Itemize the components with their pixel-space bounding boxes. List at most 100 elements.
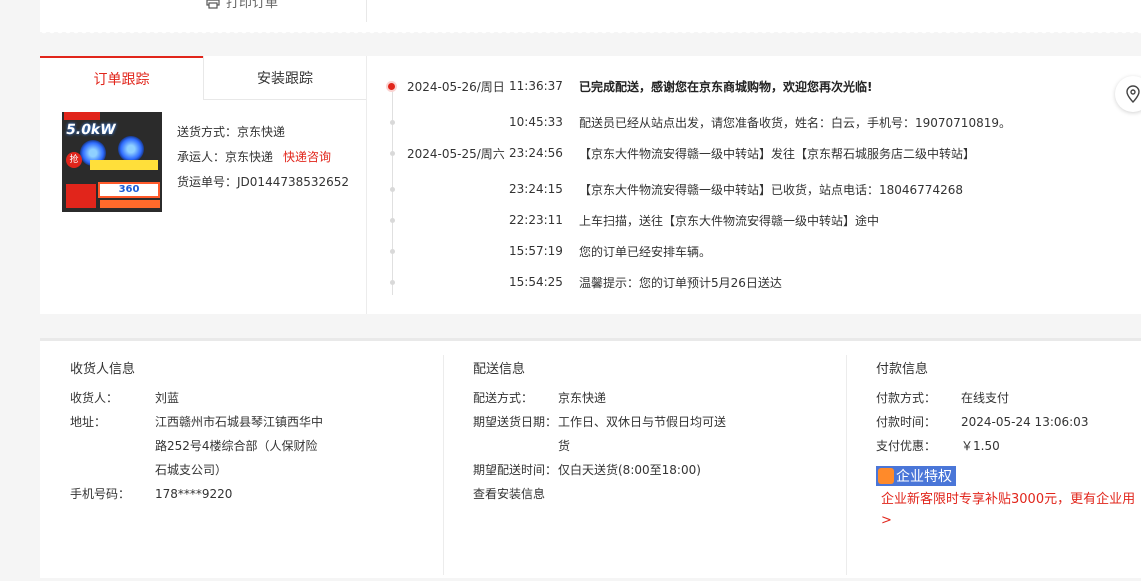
- view-install-info-link[interactable]: 查看安装信息: [473, 482, 545, 506]
- payment-method-value: 在线支付: [961, 391, 1010, 405]
- payment-discount-label: 支付优惠：: [876, 439, 937, 453]
- timeline-time: 15:57:19: [509, 244, 563, 258]
- timeline-message: 上车扫描，送往【京东大件物流安得赣一级中转站】途中: [579, 213, 880, 228]
- tab-order-tracking[interactable]: 订单跟踪: [40, 56, 203, 100]
- receiver-name-value: 刘蓝: [155, 391, 180, 405]
- payment-time-value: 2024-05-24 13:06:03: [961, 415, 1089, 429]
- timeline-dot: [390, 217, 395, 223]
- promo-box: 360: [98, 182, 160, 198]
- receiver-info-title: 收货人信息: [70, 362, 136, 377]
- payment-method-row: 付款方式： 在线支付: [876, 386, 1009, 410]
- column-divider: [443, 355, 444, 575]
- delivery-info-title: 配送信息: [473, 362, 526, 377]
- expected-date-label: 期望送货日期：: [473, 415, 558, 429]
- receiver-info-section: 收货人信息 收货人： 刘蓝 地址： 江西赣州市石城县琴江镇西华中路252号4楼综…: [70, 341, 442, 581]
- timeline-time: 22:23:11: [509, 213, 563, 227]
- timeline-date: 2024-05-25/周六: [407, 146, 505, 161]
- payment-info-section: 付款信息 付款方式： 在线支付 付款时间： 2024-05-24 13:06:0…: [876, 341, 1141, 581]
- carrier-value: 京东快递: [225, 150, 274, 164]
- receiver-address-value: 江西赣州市石城县琴江镇西华中路252号4楼综合部（人保财险石城支公司）: [155, 415, 324, 477]
- expected-time-row: 期望配送时间： 仅白天送货(8:00至18:00): [473, 458, 701, 482]
- timeline-dot: [388, 82, 395, 90]
- payment-discount-row: 支付优惠： ￥1.50: [876, 434, 1000, 458]
- receiver-address-row: 地址： 江西赣州市石城县琴江镇西华中路252号4楼综合部（人保财险石城支公司）: [70, 410, 327, 482]
- timeline-message: 温馨提示：您的订单预计5月26日送达: [579, 275, 782, 290]
- receiver-address-label: 地址：: [70, 415, 107, 429]
- promo-text: 360: [118, 184, 140, 195]
- payment-discount-value: ￥1.50: [961, 439, 1000, 453]
- waybill-value: JD0144738532652: [237, 175, 350, 189]
- timeline-time: 11:36:37: [509, 79, 563, 93]
- delivery-method-row: 配送方式： 京东快递: [473, 386, 606, 410]
- print-order-label: 打印订单: [226, 0, 279, 11]
- timeline-time: 10:45:33: [509, 115, 563, 129]
- enterprise-icon: [878, 468, 894, 484]
- power-rating: 5.0kW: [64, 122, 117, 138]
- delivery-method-label: 配送方式：: [473, 391, 534, 405]
- payment-time-label: 付款时间：: [876, 415, 937, 429]
- expected-date-value: 工作日、双休日与节假日均可送货: [558, 415, 727, 453]
- timeline-message: 【京东大件物流安得赣一级中转站】发往【京东帮石城服务店二级中转站】: [579, 146, 976, 161]
- printer-icon: [206, 0, 220, 9]
- receiver-name-row: 收货人： 刘蓝: [70, 386, 179, 410]
- top-actions-bar: 打印订单: [40, 0, 1141, 32]
- burner-flame: [118, 136, 144, 162]
- map-location-button[interactable]: [1115, 76, 1141, 112]
- enterprise-promo-arrow[interactable]: >: [881, 513, 892, 528]
- receiver-name-label: 收货人：: [70, 391, 119, 405]
- timeline-time: 23:24:56: [509, 146, 563, 160]
- timeline-dot: [390, 186, 395, 192]
- enterprise-promo-link[interactable]: 企业新客限时专享补贴3000元，更有企业用: [881, 488, 1135, 507]
- ship-method-row: 送货方式： 京东快递: [177, 120, 349, 145]
- carrier-label: 承运人：: [177, 150, 226, 164]
- timeline-dot: [390, 279, 395, 285]
- waybill-label: 货运单号：: [177, 175, 238, 189]
- timeline-dot: [390, 150, 395, 156]
- tracking-card: 订单跟踪 安装跟踪 5.0kW 抢 360 送货方式： 京东快递 承运人： 京东…: [40, 56, 1141, 314]
- tab-install-tracking[interactable]: 安装跟踪: [203, 56, 366, 100]
- print-order-link[interactable]: 打印订单: [206, 0, 278, 11]
- timeline-message: 【京东大件物流安得赣一级中转站】已收货，站点电话：18046774268: [579, 182, 963, 197]
- courier-consult-link[interactable]: 快递咨询: [283, 145, 331, 170]
- payment-time-row: 付款时间： 2024-05-24 13:06:03: [876, 410, 1088, 434]
- timeline-message: 您的订单已经安排车辆。: [579, 244, 712, 259]
- timeline-message: 配送员已经从站点出发，请您准备收货，姓名：白云，手机号：19070710819。: [579, 115, 1011, 130]
- enterprise-privilege-badge[interactable]: 企业特权: [876, 466, 956, 486]
- promo-tag: [66, 184, 96, 208]
- order-info-card: 收货人信息 收货人： 刘蓝 地址： 江西赣州市石城县琴江镇西华中路252号4楼综…: [40, 338, 1141, 578]
- install-info-row: 查看安装信息: [473, 482, 545, 506]
- carrier-row: 承运人： 京东快递 快递咨询: [177, 145, 349, 170]
- promo-badge: 抢: [66, 152, 82, 168]
- map-pin-icon: [1126, 85, 1140, 103]
- expected-date-row: 期望送货日期： 工作日、双休日与节假日均可送货: [473, 410, 730, 458]
- payment-info-title: 付款信息: [876, 362, 929, 377]
- timeline-time: 23:24:15: [509, 182, 563, 196]
- receiver-phone-label: 手机号码：: [70, 487, 131, 501]
- timeline-time: 15:54:25: [509, 275, 563, 289]
- timeline-message: 已完成配送，感谢您在京东商城购物，欢迎您再次光临!: [579, 79, 873, 94]
- delivery-method-value: 京东快递: [558, 391, 607, 405]
- brand-logo: [64, 112, 100, 120]
- expected-time-value: 仅白天送货(8:00至18:00): [558, 463, 701, 477]
- ship-method-label: 送货方式：: [177, 125, 238, 139]
- enterprise-badge-label: 企业特权: [896, 469, 952, 485]
- column-divider: [846, 355, 847, 575]
- shipment-summary: 送货方式： 京东快递 承运人： 京东快递 快递咨询 货运单号： JD014473…: [177, 120, 349, 195]
- payment-method-label: 付款方式：: [876, 391, 937, 405]
- delivery-info-section: 配送信息 配送方式： 京东快递 期望送货日期： 工作日、双休日与节假日均可送货 …: [473, 341, 845, 581]
- promo-strip: [90, 160, 158, 170]
- timeline-dot: [390, 248, 395, 254]
- tracking-tabs: 订单跟踪 安装跟踪: [40, 56, 366, 100]
- timeline-dot: [390, 119, 395, 125]
- product-thumbnail[interactable]: 5.0kW 抢 360: [62, 112, 162, 212]
- timeline-date: 2024-05-26/周日: [407, 79, 505, 94]
- scallop-border: [40, 30, 1141, 36]
- promo-strip: [100, 200, 160, 208]
- waybill-row: 货运单号： JD0144738532652: [177, 170, 349, 195]
- expected-time-label: 期望配送时间：: [473, 463, 558, 477]
- divider: [366, 0, 367, 22]
- ship-method-value: 京东快递: [237, 125, 286, 139]
- pane-divider: [366, 56, 367, 314]
- receiver-phone-value: 178****9220: [155, 487, 233, 501]
- receiver-phone-row: 手机号码： 178****9220: [70, 482, 232, 506]
